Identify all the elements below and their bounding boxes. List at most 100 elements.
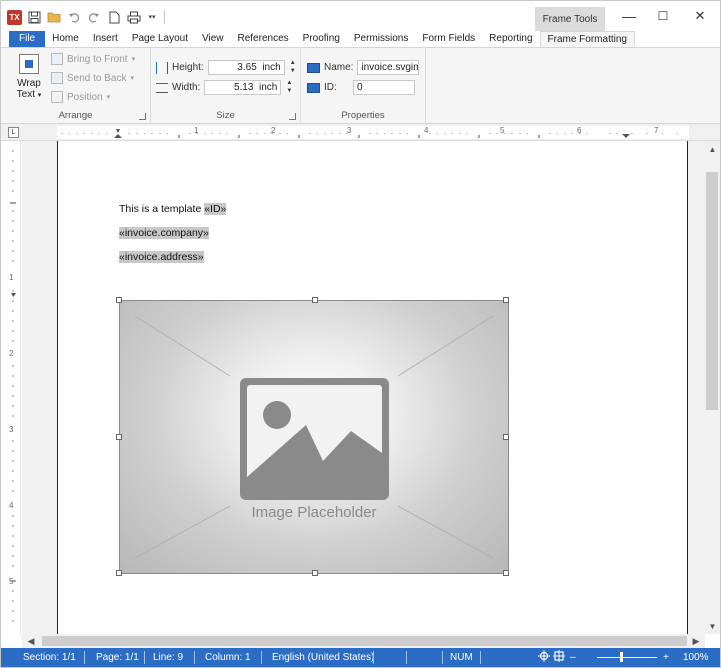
- ruler-number: 3: [347, 126, 352, 135]
- vertical-ruler[interactable]: 1 2 3 4 5: [6, 141, 21, 634]
- zoom-in-button[interactable]: +: [663, 648, 669, 667]
- status-line: Line: 9: [153, 652, 184, 663]
- status-separator: [442, 651, 443, 664]
- print-icon[interactable]: [126, 9, 142, 25]
- status-page: Page: 1/1: [96, 652, 139, 663]
- tab-stop-selector[interactable]: L: [8, 127, 19, 138]
- wrap-text-button[interactable]: Wrap Text ▾: [14, 52, 44, 104]
- template-text-line[interactable]: This is a template «ID»: [119, 203, 227, 215]
- ruler-number: 2: [271, 126, 276, 135]
- bring-to-front-button[interactable]: Bring to Front ▾: [51, 53, 135, 65]
- tab-view[interactable]: View: [195, 31, 231, 47]
- tab-permissions[interactable]: Permissions: [347, 31, 415, 47]
- redo-icon[interactable]: [86, 9, 102, 25]
- id-input[interactable]: 0: [353, 80, 415, 95]
- scroll-down-icon[interactable]: ▼: [705, 620, 720, 634]
- resize-handle-bottom-left[interactable]: [116, 570, 122, 576]
- resize-handle-top-left[interactable]: [116, 297, 122, 303]
- status-section: Section: 1/1: [23, 652, 76, 663]
- name-row: Name: invoice.svgim: [307, 60, 420, 75]
- vertical-scroll-thumb[interactable]: [706, 172, 718, 410]
- tab-frame-formatting[interactable]: Frame Formatting: [539, 31, 635, 47]
- tab-proofing[interactable]: Proofing: [296, 31, 347, 47]
- template-text: This is a template: [119, 203, 205, 215]
- horizontal-scroll-thumb[interactable]: [42, 636, 687, 646]
- customize-dropdown-icon[interactable]: ▾▾: [146, 9, 158, 25]
- zoom-out-button[interactable]: –: [570, 648, 576, 667]
- app-icon: TX: [7, 9, 22, 25]
- view-mode-icon[interactable]: [538, 648, 550, 667]
- tab-file[interactable]: File: [9, 31, 46, 47]
- address-line[interactable]: «invoice.address»: [119, 251, 204, 263]
- resize-handle-bottom[interactable]: [312, 570, 318, 576]
- document-canvas[interactable]: This is a template «ID» «invoice.company…: [22, 141, 705, 634]
- resize-handle-top[interactable]: [312, 297, 318, 303]
- scroll-left-icon[interactable]: ◀: [24, 634, 38, 648]
- size-group: Height: 3.65 inch ▲ ▼ Width: 5.13 inch ▲…: [151, 48, 301, 124]
- resize-handle-top-right[interactable]: [503, 297, 509, 303]
- width-input[interactable]: 5.13 inch: [204, 80, 282, 95]
- ruler-ticks: [61, 129, 678, 138]
- tab-insert[interactable]: Insert: [86, 31, 125, 47]
- tab-form-fields[interactable]: Form Fields: [415, 31, 482, 47]
- minimize-button[interactable]: —: [612, 1, 646, 31]
- send-to-back-button[interactable]: Send to Back ▾: [51, 72, 134, 84]
- spin-up-icon: ▲: [289, 60, 296, 66]
- close-button[interactable]: ✕: [683, 1, 717, 31]
- height-stepper[interactable]: ▲ ▼: [289, 60, 297, 75]
- status-column: Column: 1: [205, 652, 251, 663]
- status-separator: [84, 651, 85, 664]
- wrap-text-icon: [19, 54, 39, 74]
- vertical-scrollbar[interactable]: ▲ ▼: [705, 141, 720, 634]
- width-stepper[interactable]: ▲ ▼: [285, 80, 293, 95]
- height-unit: inch: [262, 62, 281, 73]
- maximize-button[interactable]: ☐: [646, 1, 680, 31]
- tab-references[interactable]: References: [231, 31, 296, 47]
- tab-home[interactable]: Home: [45, 31, 86, 47]
- size-dialog-launcher-icon[interactable]: [289, 113, 296, 120]
- name-input[interactable]: invoice.svgim: [357, 60, 420, 75]
- width-row: Width: 5.13 inch ▲ ▼: [156, 80, 293, 95]
- image-placeholder-frame[interactable]: Image Placeholder: [116, 297, 509, 576]
- status-bar: Section: 1/1 Page: 1/1 Line: 9 Column: 1…: [1, 648, 720, 667]
- zoom-slider-track[interactable]: [597, 657, 657, 658]
- document-page[interactable]: This is a template «ID» «invoice.company…: [57, 141, 688, 634]
- new-document-icon[interactable]: [106, 9, 122, 25]
- merge-field-id[interactable]: «ID»: [204, 203, 227, 215]
- position-label: Position: [67, 91, 103, 103]
- application-window: TX ▾▾ Frame Tools — ☐ ✕ File Home Insert…: [0, 0, 721, 668]
- merge-field-address[interactable]: «invoice.address»: [119, 251, 204, 263]
- width-icon: [156, 82, 168, 93]
- position-button[interactable]: Position ▾: [51, 91, 110, 103]
- resize-handle-bottom-right[interactable]: [503, 570, 509, 576]
- undo-icon[interactable]: [66, 9, 82, 25]
- chevron-down-icon: ▾: [130, 75, 134, 82]
- horizontal-ruler[interactable]: 1 2 3 4 5 6 7: [57, 126, 689, 139]
- open-folder-icon[interactable]: [46, 9, 62, 25]
- ruler-number: 4: [9, 501, 14, 510]
- tab-page-layout[interactable]: Page Layout: [125, 31, 195, 47]
- id-label: ID:: [324, 82, 337, 93]
- status-language[interactable]: English (United States): [272, 648, 374, 667]
- resize-handle-right[interactable]: [503, 434, 509, 440]
- company-line[interactable]: «invoice.company»: [119, 227, 209, 239]
- spin-down-icon: ▼: [286, 88, 293, 94]
- status-separator: [480, 651, 481, 664]
- quick-access-toolbar: TX ▾▾: [7, 8, 165, 26]
- tab-reporting[interactable]: Reporting: [482, 31, 539, 47]
- height-input[interactable]: 3.65 inch: [207, 60, 285, 75]
- ruler-number: 1: [194, 126, 199, 135]
- scroll-up-icon[interactable]: ▲: [705, 143, 720, 157]
- width-value: 5.13: [233, 82, 254, 93]
- status-num-lock: NUM: [450, 652, 473, 663]
- save-icon[interactable]: [26, 9, 42, 25]
- merge-field-company[interactable]: «invoice.company»: [119, 227, 209, 239]
- page-view-icon[interactable]: [553, 648, 565, 667]
- resize-handle-left[interactable]: [116, 434, 122, 440]
- arrange-dialog-launcher-icon[interactable]: [139, 113, 146, 120]
- horizontal-scrollbar[interactable]: ◀ ▶: [22, 634, 705, 648]
- status-separator: [144, 651, 145, 664]
- scroll-right-icon[interactable]: ▶: [689, 634, 703, 648]
- status-separator: [261, 651, 262, 664]
- zoom-slider-thumb[interactable]: [620, 652, 623, 662]
